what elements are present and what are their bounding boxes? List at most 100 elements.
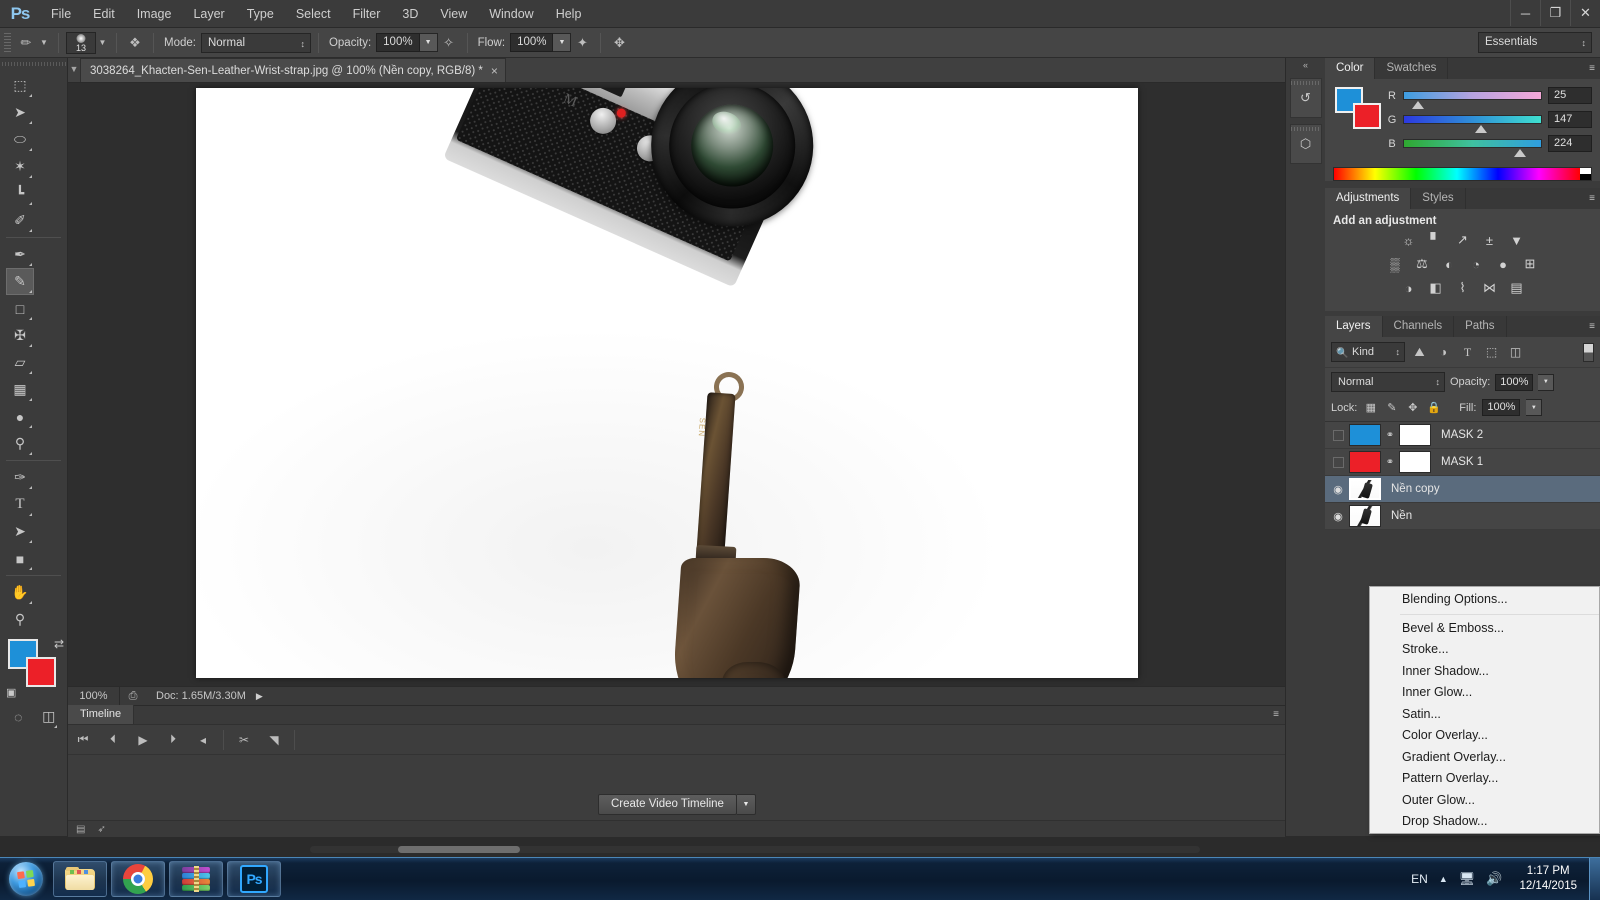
document-tab-close-icon[interactable]: × xyxy=(491,64,498,78)
layer-thumbnail[interactable] xyxy=(1349,451,1381,473)
color-balance-icon[interactable]: ⚖ xyxy=(1412,255,1432,273)
layer-visibility-toggle[interactable]: ◉ xyxy=(1327,483,1349,496)
tab-layers[interactable]: Layers xyxy=(1325,316,1383,337)
brush-tool[interactable]: ✎ xyxy=(6,268,34,295)
photo-filter-icon[interactable]: ◔ xyxy=(1466,255,1486,273)
default-colors-icon[interactable]: ▣ xyxy=(6,686,16,699)
lock-all-icon[interactable]: 🔒 xyxy=(1426,400,1441,415)
hand-tool[interactable]: ✋ xyxy=(6,579,34,606)
audio-button[interactable]: ◂ xyxy=(188,725,218,755)
menu-layer[interactable]: Layer xyxy=(182,0,235,28)
layer-visibility-toggle[interactable] xyxy=(1327,456,1349,468)
spectrum-black-swatch[interactable] xyxy=(1580,174,1591,180)
layer-fill-dropdown-icon[interactable]: ▼ xyxy=(1526,399,1543,416)
status-menu-arrow-icon[interactable]: ▶ xyxy=(256,691,263,702)
eye-off-icon[interactable] xyxy=(1332,456,1344,468)
tab-paths[interactable]: Paths xyxy=(1454,316,1507,337)
options-bar-grip[interactable] xyxy=(4,32,11,53)
threshold-icon[interactable]: ⌇ xyxy=(1453,279,1473,297)
pressure-opacity-icon[interactable]: ✧ xyxy=(438,32,460,54)
blend-mode-select[interactable]: Normal xyxy=(200,32,311,53)
clone-stamp-tool[interactable]: □ xyxy=(6,295,34,322)
status-preview-icon[interactable]: ⎙ xyxy=(120,690,146,703)
brush-preset-chevron-down-icon[interactable]: ▼ xyxy=(37,32,51,54)
restore-button[interactable]: ❐ xyxy=(1540,0,1570,26)
menu-item-stroke[interactable]: Stroke... xyxy=(1370,639,1599,661)
tab-swatches[interactable]: Swatches xyxy=(1375,58,1449,79)
split-clip-button[interactable]: ✂ xyxy=(229,725,259,755)
tab-adjustments[interactable]: Adjustments xyxy=(1325,188,1412,209)
posterize-icon[interactable]: ◧ xyxy=(1426,279,1446,297)
opacity-input[interactable]: 100% xyxy=(376,33,420,52)
artboard[interactable]: M SEN xyxy=(196,88,1138,678)
menu-file[interactable]: File xyxy=(40,0,82,28)
color-lookup-icon[interactable]: ⊞ xyxy=(1520,255,1540,273)
timeline-horizontal-scrollbar[interactable] xyxy=(310,843,1500,854)
vibrance-icon[interactable]: ▼ xyxy=(1507,231,1527,249)
menu-item-drop-shadow[interactable]: Drop Shadow... xyxy=(1370,811,1599,833)
create-timeline-chevron-down-icon[interactable]: ▼ xyxy=(736,794,756,815)
tab-color[interactable]: Color xyxy=(1325,58,1376,79)
gradient-tool[interactable]: ▦ xyxy=(6,376,34,403)
menu-item-color-overlay[interactable]: Color Overlay... xyxy=(1370,725,1599,747)
layer-visibility-toggle[interactable] xyxy=(1327,429,1349,441)
menu-help[interactable]: Help xyxy=(545,0,593,28)
airbrush-icon[interactable]: ✦ xyxy=(571,32,593,54)
layer-fill-input[interactable]: 100% xyxy=(1482,399,1521,416)
red-slider-track[interactable] xyxy=(1403,91,1542,109)
show-desktop-button[interactable] xyxy=(1589,857,1600,900)
history-rail-icon[interactable]: ↺ xyxy=(1289,78,1322,118)
crop-tool[interactable]: ┗ xyxy=(6,180,34,207)
table-row[interactable]: ⚭ MASK 2 xyxy=(1325,422,1600,449)
layer-name[interactable]: MASK 2 xyxy=(1441,429,1483,441)
toggle-brush-panel-icon[interactable]: ❖ xyxy=(124,32,146,54)
filter-type-icon[interactable]: T xyxy=(1458,343,1477,362)
toolbox-grip[interactable] xyxy=(0,58,67,70)
invert-icon[interactable]: ◑ xyxy=(1399,279,1419,297)
menu-filter[interactable]: Filter xyxy=(342,0,392,28)
start-button[interactable] xyxy=(3,860,49,898)
tab-scroll-icon[interactable]: ▼ xyxy=(68,57,80,82)
eraser-tool[interactable]: ▱ xyxy=(6,349,34,376)
selective-color-icon[interactable]: ▤ xyxy=(1507,279,1527,297)
layer-visibility-toggle[interactable]: ◉ xyxy=(1327,510,1349,523)
red-value-input[interactable]: 25 xyxy=(1548,87,1592,104)
layer-blend-mode-select[interactable]: Normal xyxy=(1331,372,1445,392)
gradient-map-icon[interactable]: ⋈ xyxy=(1480,279,1500,297)
brush-size-chevron-down-icon[interactable]: ▼ xyxy=(96,32,109,54)
menu-item-gradient-overlay[interactable]: Gradient Overlay... xyxy=(1370,747,1599,769)
filter-adjustment-icon[interactable]: ◑ xyxy=(1434,343,1453,362)
layer-filter-kind-select[interactable]: Kind xyxy=(1331,342,1405,363)
menu-select[interactable]: Select xyxy=(285,0,342,28)
rectangle-tool[interactable]: ■ xyxy=(6,545,34,572)
history-brush-tool[interactable]: ✠ xyxy=(6,322,34,349)
menu-item-bevel-emboss[interactable]: Bevel & Emboss... xyxy=(1370,618,1599,640)
exposure-icon[interactable]: ± xyxy=(1480,231,1500,249)
tab-styles[interactable]: Styles xyxy=(1411,188,1466,209)
collapse-panels-icon[interactable]: « xyxy=(1286,58,1325,72)
menu-item-outer-glow[interactable]: Outer Glow... xyxy=(1370,790,1599,812)
menu-item-inner-glow[interactable]: Inner Glow... xyxy=(1370,682,1599,704)
zoom-level-input[interactable]: 100% xyxy=(68,686,120,706)
adjustments-panel-menu-icon[interactable]: ≡ xyxy=(1589,192,1595,205)
layer-mask-thumbnail[interactable] xyxy=(1399,424,1431,446)
menu-type[interactable]: Type xyxy=(236,0,285,28)
layers-panel-menu-icon[interactable]: ≡ xyxy=(1589,320,1595,333)
layer-thumbnail[interactable] xyxy=(1349,424,1381,446)
menu-window[interactable]: Window xyxy=(478,0,544,28)
photoshop-taskbar-button[interactable]: Ps xyxy=(227,861,281,897)
layer-name[interactable]: Nền copy xyxy=(1391,483,1440,495)
create-video-timeline-button[interactable]: Create Video Timeline xyxy=(598,794,737,815)
levels-icon[interactable]: ▘ xyxy=(1426,231,1446,249)
layer-mask-thumbnail[interactable] xyxy=(1399,451,1431,473)
windows-explorer-taskbar-button[interactable] xyxy=(53,861,107,897)
clock[interactable]: 1:17 PM 12/14/2015 xyxy=(1513,864,1583,894)
spectrum-white-black[interactable] xyxy=(1580,168,1591,180)
lock-position-icon[interactable]: ✥ xyxy=(1405,400,1420,415)
red-slider-thumb[interactable] xyxy=(1412,101,1425,109)
canvas-area[interactable]: M SEN xyxy=(68,83,1285,686)
path-selection-tool[interactable]: ➤ xyxy=(6,518,34,545)
green-slider-thumb[interactable] xyxy=(1475,125,1488,133)
layer-opacity-input[interactable]: 100% xyxy=(1495,373,1534,391)
channel-mixer-icon[interactable]: ● xyxy=(1493,255,1513,273)
